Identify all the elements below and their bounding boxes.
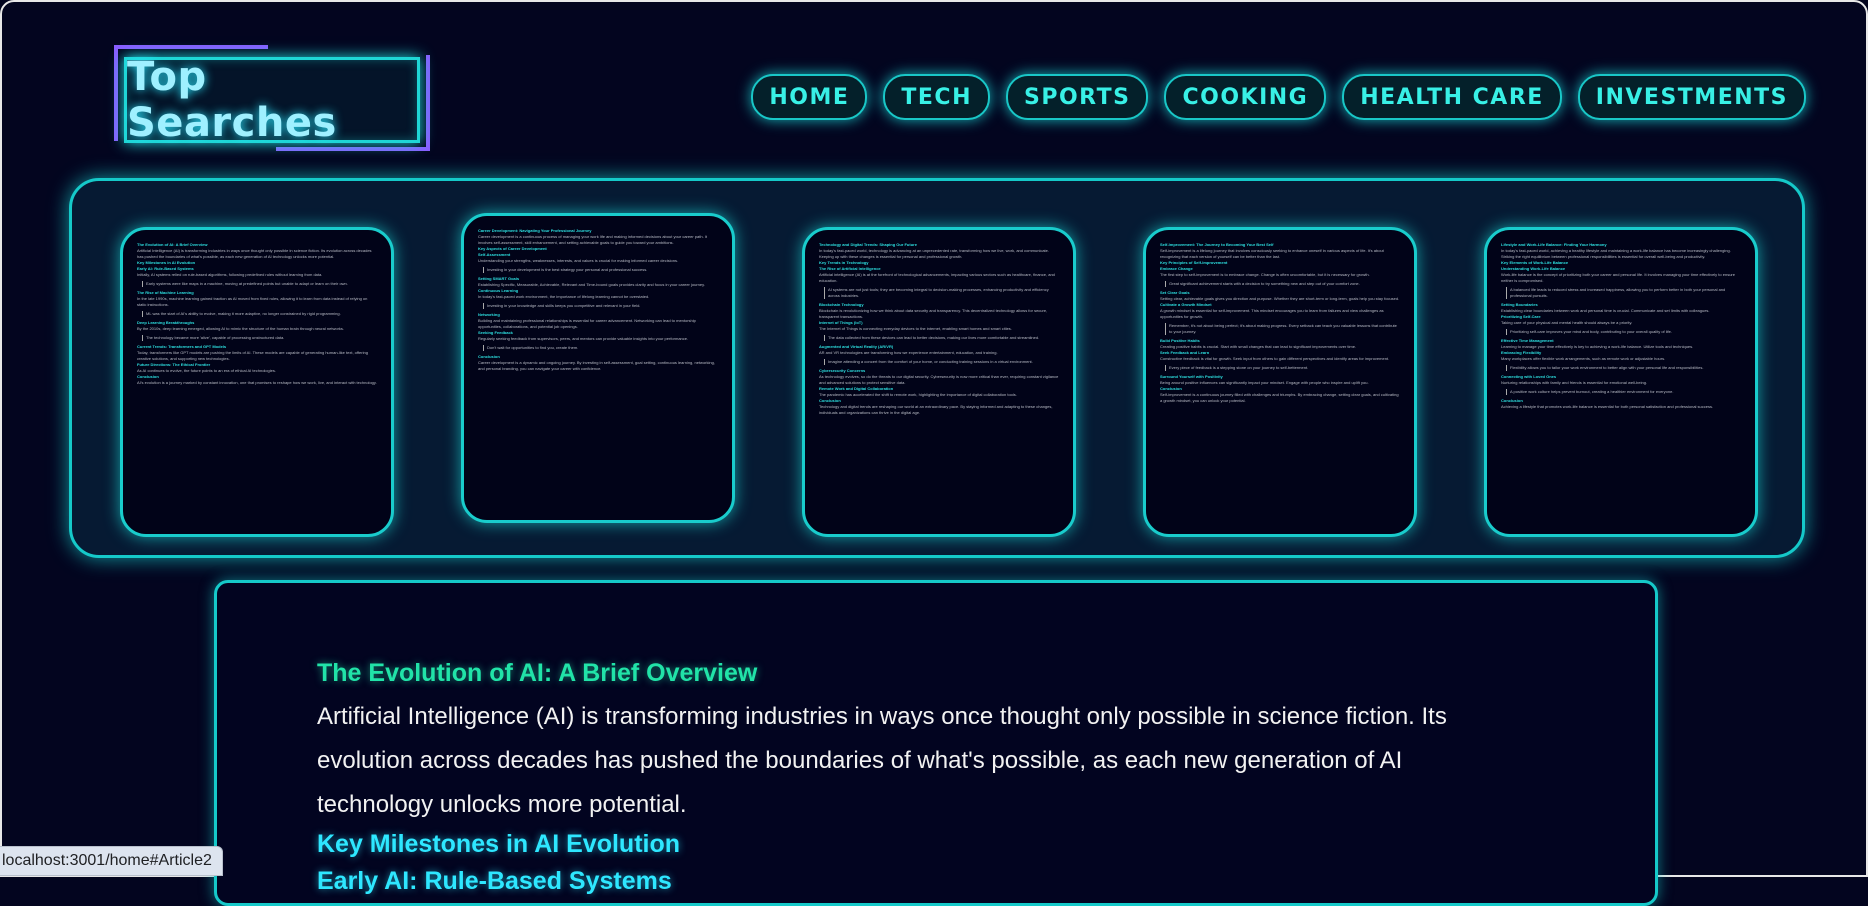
card-paragraph: Regularly seeking feedback from supervis…: [478, 336, 689, 341]
card-paragraph: Many workplaces offer flexible work arra…: [1501, 356, 1666, 361]
article-panel: The Evolution of AI: A Brief Overview Ar…: [214, 580, 1658, 906]
article-card-1[interactable]: The Evolution of AI: A Brief Overview Art…: [120, 227, 394, 537]
nav-investments-button[interactable]: INVESTMENTS: [1577, 74, 1806, 120]
card-paragraph: Career development is a continuous proce…: [478, 234, 708, 245]
card-paragraph: Taking care of your physical and mental …: [1501, 320, 1633, 325]
card-quote: Flexibility allows you to tailor your wo…: [1506, 365, 1741, 371]
card-paragraph: The first step to self-improvement is to…: [1160, 272, 1370, 277]
card-paragraph: Constructive feedback is vital for growt…: [1160, 356, 1390, 361]
article-subsection-heading: Early AI: Rule-Based Systems: [317, 867, 672, 895]
article-card-5[interactable]: Lifestyle and Work-Life Balance: Finding…: [1484, 227, 1758, 537]
card-quote: Early systems were like maps in a machin…: [142, 281, 377, 287]
article-card-content: Technology and Digital Trends: Shaping O…: [805, 230, 1073, 428]
card-paragraph: Self-improvement is a continuous journey…: [1160, 392, 1399, 403]
card-paragraph: Nurturing relationships with family and …: [1501, 380, 1648, 385]
card-paragraph: Self-improvement is a lifelong journey t…: [1160, 248, 1384, 259]
card-paragraph: Understanding your strengths, weaknesses…: [478, 258, 679, 263]
card-paragraph: Building and maintaining professional re…: [478, 318, 696, 329]
card-paragraph: Initially, AI systems relied on rule-bas…: [137, 272, 323, 277]
main-nav: HOME TECH SPORTS COOKING HEALTH CARE INV…: [751, 74, 1806, 120]
article-card-content: Self-Improvement: The Journey to Becomin…: [1146, 230, 1414, 416]
card-paragraph: In the late 1990s, machine learning gain…: [137, 296, 368, 307]
logo-text: Top Searches: [127, 54, 337, 146]
card-quote: Imagine attending a concert from the com…: [824, 359, 1059, 365]
card-quote: The technology became more 'alive', capa…: [142, 335, 377, 341]
logo[interactable]: Top Searches: [114, 45, 430, 151]
nav-cooking-button[interactable]: COOKING: [1164, 74, 1327, 120]
article-card-4[interactable]: Self-Improvement: The Journey to Becomin…: [1143, 227, 1417, 537]
card-paragraph: Artificial Intelligence (AI) is transfor…: [137, 248, 372, 259]
card-paragraph: In today's fast-paced work environment, …: [478, 294, 650, 299]
article-card-content: Lifestyle and Work-Life Balance: Finding…: [1487, 230, 1755, 422]
nav-home-button[interactable]: HOME: [751, 74, 868, 120]
status-bar-url: localhost:3001/home#Article2: [0, 846, 223, 876]
article-card-2[interactable]: Career Development: Navigating Your Prof…: [461, 213, 735, 523]
nav-sports-button[interactable]: SPORTS: [1005, 74, 1149, 120]
card-paragraph: Achieving a lifestyle that promotes work…: [1501, 404, 1714, 409]
card-paragraph: AR and VR technologies are transforming …: [819, 350, 998, 355]
card-paragraph: In today's fast-paced world, technology …: [819, 248, 1049, 259]
article-card-3[interactable]: Technology and Digital Trends: Shaping O…: [802, 227, 1076, 537]
card-quote: Every piece of feedback is a stepping st…: [1165, 365, 1400, 371]
card-quote: The data collected from these devices ca…: [824, 335, 1059, 341]
card-quote: Don't wait for opportunities to find you…: [483, 345, 718, 351]
card-quote: ML was the start of AI's ability to evol…: [142, 311, 377, 317]
card-quote: Prioritizing self-care improves your min…: [1506, 329, 1741, 335]
card-quote: Remember, it's not about being perfect; …: [1165, 323, 1400, 335]
card-paragraph: By the 2010s, deep learning emerged, all…: [137, 326, 345, 331]
card-paragraph: Work-life balance is the concept of prio…: [1501, 272, 1735, 283]
card-paragraph: Today, transformers like GPT models are …: [137, 350, 368, 361]
card-paragraph: Blockchain is revolutionizing how we thi…: [819, 308, 1048, 319]
card-quote: Investing in your development is the bes…: [483, 267, 718, 273]
card-paragraph: Artificial intelligence (AI) is at the f…: [819, 272, 1055, 283]
article-section-heading: Key Milestones in AI Evolution: [317, 830, 681, 858]
card-quote: Investing in your knowledge and skills k…: [483, 303, 718, 309]
card-quote: A balanced life leads to reduced stress …: [1506, 287, 1741, 299]
article-card-content: Career Development: Navigating Your Prof…: [464, 216, 732, 384]
card-paragraph: The Internet of Things is connecting eve…: [819, 326, 1012, 331]
card-paragraph: Career development is a dynamic and ongo…: [478, 360, 715, 371]
card-quote: Great significant achievement starts wit…: [1165, 281, 1400, 287]
article-intro: Artificial Intelligence (AI) is transfor…: [317, 703, 1447, 818]
article-carousel: The Evolution of AI: A Brief Overview Art…: [69, 178, 1805, 558]
article-title: The Evolution of AI: A Brief Overview: [317, 659, 758, 687]
card-paragraph: As technology evolves, so do the threats…: [819, 374, 1059, 385]
logo-box: Top Searches: [124, 54, 420, 146]
card-quote: AI systems are not just tools; they are …: [824, 287, 1059, 299]
card-quote: A positive work culture helps prevent bu…: [1506, 389, 1741, 395]
card-paragraph: Being around positive influences can sig…: [1160, 380, 1369, 385]
nav-tech-button[interactable]: TECH: [883, 74, 990, 120]
card-paragraph: Technology and digital trends are reshap…: [819, 404, 1053, 415]
card-paragraph: AI's evolution is a journey marked by co…: [137, 380, 377, 385]
card-paragraph: A growth mindset is essential for self-i…: [1160, 308, 1384, 319]
nav-health-care-button[interactable]: HEALTH CARE: [1342, 74, 1562, 120]
card-paragraph: In today's fast-paced world, achieving a…: [1501, 248, 1731, 259]
article-card-content: The Evolution of AI: A Brief Overview Art…: [123, 230, 391, 398]
